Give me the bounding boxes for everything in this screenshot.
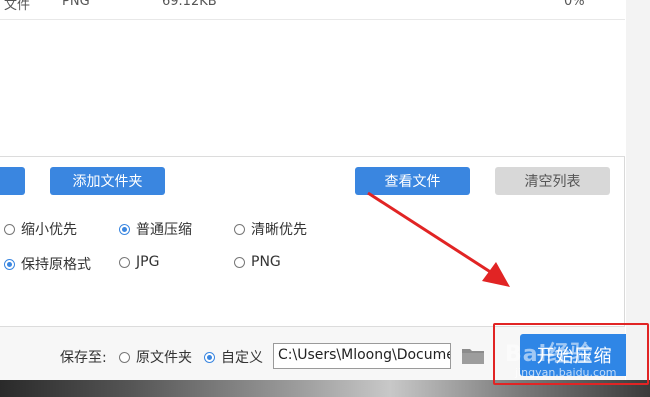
radio-circle <box>234 223 245 235</box>
radio-circle <box>234 256 245 268</box>
file-list: 文件 PNG 69.12KB 0% <box>0 0 625 157</box>
radio-circle <box>4 223 15 235</box>
radio-custom-path[interactable]: 自定义 <box>204 347 263 367</box>
radio-keep-format[interactable]: 保持原格式 <box>4 254 91 274</box>
file-progress-cell: 0% <box>564 0 585 9</box>
radio-circle-selected <box>4 258 15 270</box>
start-compress-button[interactable]: 开始压缩 <box>520 334 629 376</box>
radio-normal-compress[interactable]: 普通压缩 <box>119 219 192 239</box>
radio-clarity-first[interactable]: 清晰优先 <box>234 219 307 239</box>
clear-list-button[interactable]: 清空列表 <box>495 167 610 195</box>
radio-circle-selected <box>119 223 130 235</box>
radio-circle <box>119 256 130 268</box>
compressor-panel: 文件 PNG 69.12KB 0% 添加文件夹 查看文件 清空列表 缩小优先 普… <box>0 0 629 380</box>
add-file-button[interactable] <box>0 167 25 195</box>
add-folder-button[interactable]: 添加文件夹 <box>50 167 165 195</box>
view-files-label: 查看文件 <box>384 174 441 190</box>
start-compress-label: 开始压缩 <box>536 346 613 367</box>
view-files-button[interactable]: 查看文件 <box>355 167 470 195</box>
add-folder-label: 添加文件夹 <box>72 174 143 190</box>
save-to-label: 保存至: <box>60 350 107 366</box>
clear-list-label: 清空列表 <box>524 174 581 190</box>
background-strip <box>0 380 650 397</box>
radio-original-folder[interactable]: 原文件夹 <box>119 347 192 367</box>
folder-icon[interactable] <box>461 346 485 365</box>
file-name-cell: 文件 <box>4 0 31 13</box>
radio-shrink-first[interactable]: 缩小优先 <box>4 219 77 239</box>
radio-png[interactable]: PNG <box>234 254 281 270</box>
radio-jpg[interactable]: JPG <box>119 254 159 270</box>
file-type-cell: PNG <box>62 0 90 9</box>
scrollbar[interactable] <box>626 0 650 380</box>
file-size-cell: 69.12KB <box>162 0 217 9</box>
save-path-input[interactable]: C:\Users\Mloong\Documents <box>273 343 451 369</box>
table-row[interactable]: 文件 PNG 69.12KB 0% <box>0 0 625 20</box>
radio-circle <box>119 351 130 363</box>
radio-circle-selected <box>204 351 215 363</box>
